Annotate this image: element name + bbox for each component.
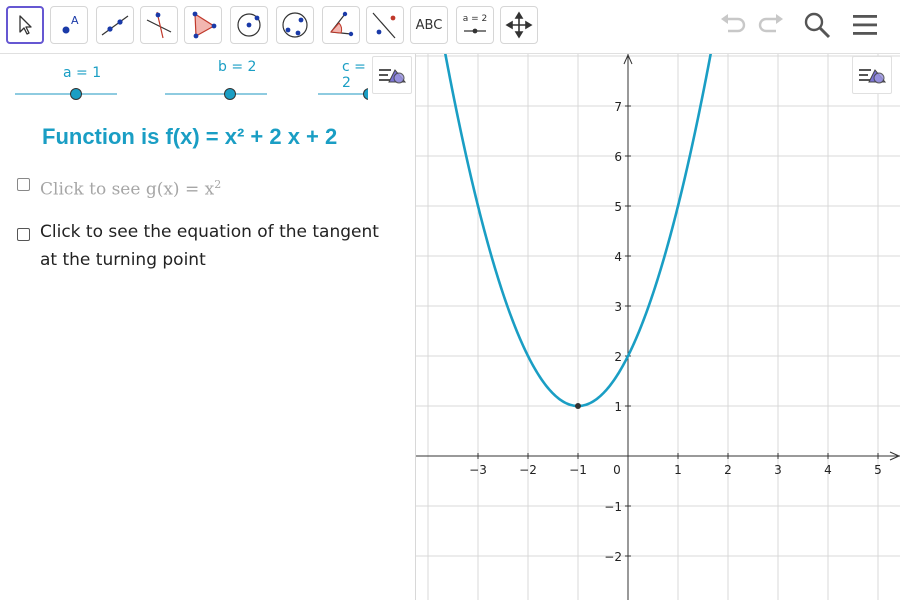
perpendicular-line-tool[interactable]	[140, 6, 178, 44]
circle-with-center-tool[interactable]	[230, 6, 268, 44]
slider-b-label: b = 2	[218, 59, 257, 75]
perpendicular-line-icon	[146, 11, 172, 39]
graphics-style-bar-icon	[859, 69, 887, 84]
grid	[416, 54, 900, 600]
line-tool[interactable]	[96, 6, 134, 44]
redo-button[interactable]	[754, 8, 788, 42]
menu-button[interactable]	[848, 8, 882, 42]
slider-tool-label: a = 2	[462, 14, 488, 24]
reflect-line-icon	[372, 12, 396, 39]
algebra-panel: a = 1 b = 2 c = 2 Function is f(x) = x² …	[0, 54, 416, 600]
undo-icon	[721, 14, 746, 33]
turning-point[interactable]	[575, 403, 581, 409]
style-bar-icon	[379, 69, 407, 84]
show-g-label-sup: 2	[214, 178, 222, 191]
slider-tool[interactable]: a = 2	[456, 6, 494, 44]
y-tick-label: 3	[614, 300, 622, 314]
slider-a-track[interactable]	[15, 93, 117, 95]
x-tick-label: −2	[519, 463, 537, 477]
x-tick-label: 0	[613, 463, 621, 477]
graph-canvas[interactable]: −3 −2 −1 0 1 2 3 4 5 7 6 5 4 3 2 1 −1 −2	[416, 54, 900, 600]
slider-c-track[interactable]	[318, 93, 368, 95]
y-tick-label: 2	[614, 350, 622, 364]
y-tick-label: 1	[614, 400, 622, 414]
y-tick-label: 7	[614, 100, 622, 114]
move-tool[interactable]	[6, 6, 44, 44]
algebra-style-bar-button[interactable]	[372, 56, 412, 94]
circle-three-points-icon	[282, 12, 308, 38]
slider-c-knob[interactable]	[363, 88, 368, 100]
x-tick-label: 5	[874, 463, 882, 477]
angle-tool[interactable]	[322, 6, 360, 44]
show-g-label-text: Click to see g(x) = x	[40, 179, 215, 200]
text-tool-label: ABC	[415, 17, 443, 33]
function-text: Function is f(x) = x² + 2 x + 2	[42, 124, 338, 149]
x-tick-label: −3	[469, 463, 487, 477]
x-tick-label: 1	[674, 463, 682, 477]
move-graphics-view-tool[interactable]	[500, 6, 538, 44]
polygon-icon	[192, 11, 217, 39]
slider-a-knob[interactable]	[70, 88, 82, 100]
x-tick-label: 2	[724, 463, 732, 477]
x-axis-ticks: −3 −2 −1 0 1 2 3 4 5	[469, 453, 882, 477]
show-tangent-label-line2[interactable]: at the turning point	[40, 246, 206, 274]
y-tick-label: −1	[604, 500, 622, 514]
point-tool-label: A	[71, 14, 79, 27]
cursor-arrow-icon	[19, 15, 32, 35]
circle-center-icon	[237, 13, 261, 37]
reflect-tool[interactable]	[366, 6, 404, 44]
y-tick-label: 5	[614, 200, 622, 214]
text-tool[interactable]: ABC	[410, 6, 448, 44]
x-tick-label: 3	[774, 463, 782, 477]
angle-icon	[329, 11, 354, 37]
line-icon	[101, 15, 129, 36]
graphics-view[interactable]: −3 −2 −1 0 1 2 3 4 5 7 6 5 4 3 2 1 −1 −2	[416, 54, 900, 600]
y-tick-label: −2	[604, 550, 622, 564]
slider-c: c = 2	[318, 54, 368, 114]
menu-icon	[853, 15, 877, 35]
search-icon	[804, 12, 831, 39]
y-axis-ticks: 7 6 5 4 3 2 1 −1 −2	[604, 100, 631, 564]
point-icon: A	[62, 14, 79, 34]
polygon-tool[interactable]	[184, 6, 222, 44]
y-tick-label: 6	[614, 150, 622, 164]
point-tool[interactable]: A	[50, 6, 88, 44]
slider-b-track[interactable]	[165, 93, 267, 95]
show-tangent-checkbox[interactable]	[17, 228, 30, 241]
x-tick-label: −1	[569, 463, 587, 477]
show-g-label[interactable]: Click to see g(x) = x2	[40, 171, 221, 204]
y-tick-label: 4	[614, 250, 622, 264]
slider-c-label: c = 2	[342, 59, 366, 91]
graphics-style-bar-button[interactable]	[852, 56, 892, 94]
slider-a-label: a = 1	[63, 65, 102, 81]
redo-icon	[758, 14, 783, 33]
undo-button[interactable]	[716, 8, 750, 42]
toolbar: A ABC a = 2	[0, 0, 900, 54]
circle-through-points-tool[interactable]	[276, 6, 314, 44]
x-tick-label: 4	[824, 463, 832, 477]
slider-b-knob[interactable]	[224, 88, 236, 100]
search-button[interactable]	[800, 8, 834, 42]
show-g-checkbox[interactable]	[17, 178, 30, 191]
axes	[416, 54, 900, 600]
show-tangent-label-line1[interactable]: Click to see the equation of the tangent	[40, 218, 379, 246]
move-arrows-icon	[505, 11, 533, 39]
